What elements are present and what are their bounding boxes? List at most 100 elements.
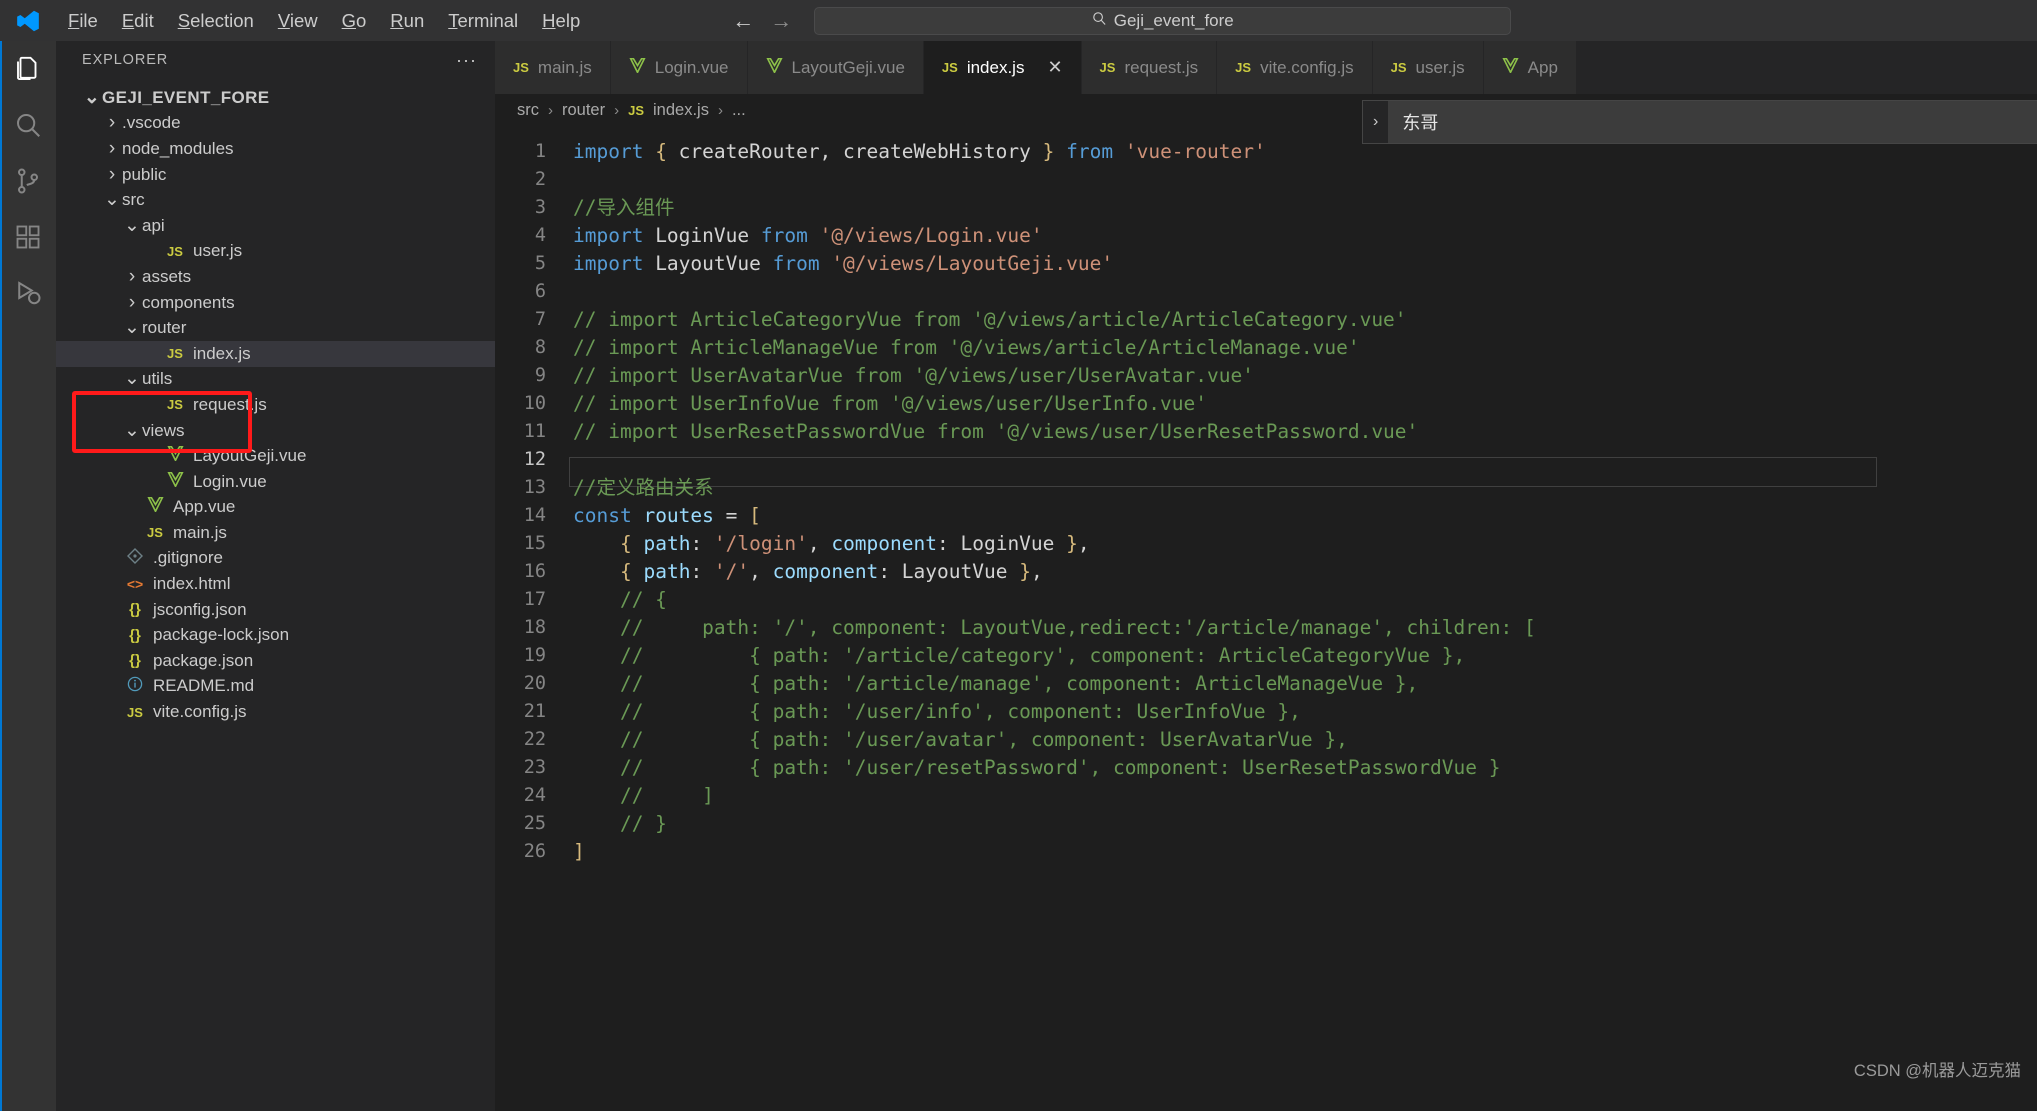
code-line[interactable]: 15 { path: '/login', component: LoginVue… xyxy=(495,530,2037,558)
tree-file-jsconfig-json[interactable]: {} jsconfig.json xyxy=(56,597,495,623)
chevron-down-icon[interactable]: ⌄ xyxy=(122,369,142,388)
tree-file-app-vue[interactable]: App.vue xyxy=(56,495,495,521)
line-number: 19 xyxy=(523,645,546,666)
code-line[interactable]: 13 //定义路由关系 xyxy=(495,474,2037,502)
editor-tab-main-js[interactable]: JS main.js xyxy=(495,41,611,94)
code-line[interactable]: 16 { path: '/', component: LayoutVue }, xyxy=(495,558,2037,586)
tree-file-readme-md[interactable]: README.md xyxy=(56,674,495,700)
breadcrumb-item[interactable]: src xyxy=(517,101,539,120)
chevron-down-icon[interactable]: ⌄ xyxy=(82,88,102,107)
breadcrumb-item[interactable]: index.js xyxy=(653,101,709,120)
go-back-icon[interactable]: ← xyxy=(732,8,754,34)
code-line[interactable]: 24 // ] xyxy=(495,782,2037,810)
line-number: 20 xyxy=(523,673,546,694)
menu-item-file[interactable]: File xyxy=(56,0,110,41)
tree-folder-assets[interactable]: › assets xyxy=(56,264,495,290)
close-icon[interactable]: ✕ xyxy=(1047,57,1062,78)
tree-file-package-json[interactable]: {} package.json xyxy=(56,648,495,674)
menu-item-view[interactable]: View xyxy=(266,0,330,41)
breadcrumb-item[interactable]: ... xyxy=(732,101,746,120)
tree-folder-views[interactable]: ⌄ views xyxy=(56,418,495,444)
editor-tab-vite-config-js[interactable]: JS vite.config.js xyxy=(1217,41,1373,94)
go-forward-icon[interactable]: → xyxy=(770,8,792,34)
command-search-bar[interactable]: Geji_event_fore xyxy=(814,6,1512,35)
code-line[interactable]: 3 //导入组件 xyxy=(495,194,2037,222)
chevron-down-icon[interactable]: ⌄ xyxy=(122,216,142,235)
tree-file-index-html[interactable]: <> index.html xyxy=(56,571,495,597)
chevron-right-icon[interactable]: › xyxy=(102,164,122,186)
activity-search-icon[interactable] xyxy=(0,97,56,153)
tree-folder-router[interactable]: ⌄ router xyxy=(56,315,495,341)
menu-item-run[interactable]: Run xyxy=(378,0,436,41)
tree-folder-api[interactable]: ⌄ api xyxy=(56,213,495,239)
line-number: 10 xyxy=(523,393,546,414)
tree-file-main-js[interactable]: JS main.js xyxy=(56,520,495,546)
activity-source-control-icon[interactable] xyxy=(0,153,56,209)
tree-folder-components[interactable]: › components xyxy=(56,290,495,316)
code-line[interactable]: 22 // { path: '/user/avatar', component:… xyxy=(495,726,2037,754)
code-line[interactable]: 17 // { xyxy=(495,586,2037,614)
code-line[interactable]: 12 xyxy=(495,446,2037,487)
name-input-popup[interactable]: › 东哥 xyxy=(1362,100,2037,144)
tree-file-request-js[interactable]: JS request.js xyxy=(56,392,495,418)
tree-file-index-js[interactable]: JS index.js xyxy=(56,340,495,367)
activity-explorer-icon[interactable] xyxy=(0,41,56,97)
tree-file-layoutgeji-vue[interactable]: LayoutGeji.vue xyxy=(56,443,495,469)
code-token: // } xyxy=(573,812,667,835)
code-line[interactable]: 6 xyxy=(495,278,2037,306)
code-line[interactable]: 23 // { path: '/user/resetPassword', com… xyxy=(495,754,2037,782)
editor-tab-layoutgeji-vue[interactable]: LayoutGeji.vue xyxy=(747,41,924,94)
tree-folder-src[interactable]: ⌄ src xyxy=(56,187,495,213)
editor-tab-app[interactable]: App xyxy=(1483,41,1577,94)
code-line[interactable]: 26] xyxy=(495,838,2037,866)
more-actions-icon[interactable]: ··· xyxy=(456,51,477,69)
activity-run-debug-icon[interactable] xyxy=(0,265,56,321)
code-line[interactable]: 25 // } xyxy=(495,810,2037,838)
code-line[interactable]: 20 // { path: '/article/manage', compone… xyxy=(495,670,2037,698)
menu-item-go[interactable]: Go xyxy=(330,0,379,41)
line-number: 3 xyxy=(534,197,546,218)
tree-folder--vscode[interactable]: › .vscode xyxy=(56,111,495,137)
chevron-right-icon[interactable]: › xyxy=(102,138,122,160)
code-line[interactable]: 18 // path: '/', component: LayoutVue,re… xyxy=(495,614,2037,642)
chevron-down-icon[interactable]: ⌄ xyxy=(102,190,122,209)
code-line[interactable]: 7 // import ArticleCategoryVue from '@/vi… xyxy=(495,306,2037,334)
code-line[interactable]: 8 // import ArticleManageVue from '@/view… xyxy=(495,334,2037,362)
editor-tab-index-js[interactable]: JS index.js ✕ xyxy=(923,41,1082,94)
code-line[interactable]: 14 const routes = [ xyxy=(495,502,2037,530)
tree-file-login-vue[interactable]: Login.vue xyxy=(56,469,495,495)
chevron-down-icon[interactable]: ⌄ xyxy=(122,421,142,440)
tree-item-label: package-lock.json xyxy=(153,625,290,645)
tree-file--gitignore[interactable]: .gitignore xyxy=(56,546,495,572)
editor-tab-request-js[interactable]: JS request.js xyxy=(1081,41,1218,94)
menu-item-edit[interactable]: Edit xyxy=(110,0,166,41)
popup-input-field[interactable]: 东哥 xyxy=(1388,101,2037,143)
code-line[interactable]: 9 // import UserAvatarVue from '@/views/u… xyxy=(495,362,2037,390)
tree-folder-node-modules[interactable]: › node_modules xyxy=(56,136,495,162)
menu-item-selection[interactable]: Selection xyxy=(166,0,266,41)
code-content[interactable]: 1 import { createRouter, createWebHistory… xyxy=(495,126,2037,866)
code-line[interactable]: 21 // { path: '/user/info', component: U… xyxy=(495,698,2037,726)
code-line[interactable]: 2 xyxy=(495,166,2037,194)
code-line[interactable]: 5 import LayoutVue from '@/views/LayoutGe… xyxy=(495,250,2037,278)
tree-folder-public[interactable]: › public xyxy=(56,162,495,188)
tree-file-user-js[interactable]: JS user.js xyxy=(56,239,495,265)
breadcrumb-item[interactable]: router xyxy=(562,101,605,120)
editor-tab-login-vue[interactable]: Login.vue xyxy=(610,41,748,94)
tree-folder-utils[interactable]: ⌄ utils xyxy=(56,367,495,393)
chevron-right-icon[interactable]: › xyxy=(102,112,122,134)
code-line[interactable]: 11 // import UserResetPasswordVue from '@… xyxy=(495,418,2037,446)
tree-file-package-lock-json[interactable]: {} package-lock.json xyxy=(56,622,495,648)
chevron-right-icon[interactable]: › xyxy=(122,266,142,288)
menu-item-terminal[interactable]: Terminal xyxy=(436,0,530,41)
tree-file-vite-config-js[interactable]: JS vite.config.js xyxy=(56,699,495,725)
chevron-right-icon[interactable]: › xyxy=(122,292,142,314)
code-line[interactable]: 10 // import UserInfoVue from '@/views/us… xyxy=(495,390,2037,418)
tree-root-geji_event_fore[interactable]: ⌄ GEJI_EVENT_FORE xyxy=(56,85,495,111)
code-line[interactable]: 4 import LoginVue from '@/views/Login.vue… xyxy=(495,222,2037,250)
activity-extensions-icon[interactable] xyxy=(0,209,56,265)
editor-tab-user-js[interactable]: JS user.js xyxy=(1372,41,1484,94)
menu-item-help[interactable]: Help xyxy=(530,0,592,41)
code-line[interactable]: 19 // { path: '/article/category', compo… xyxy=(495,642,2037,670)
chevron-down-icon[interactable]: ⌄ xyxy=(122,318,142,337)
